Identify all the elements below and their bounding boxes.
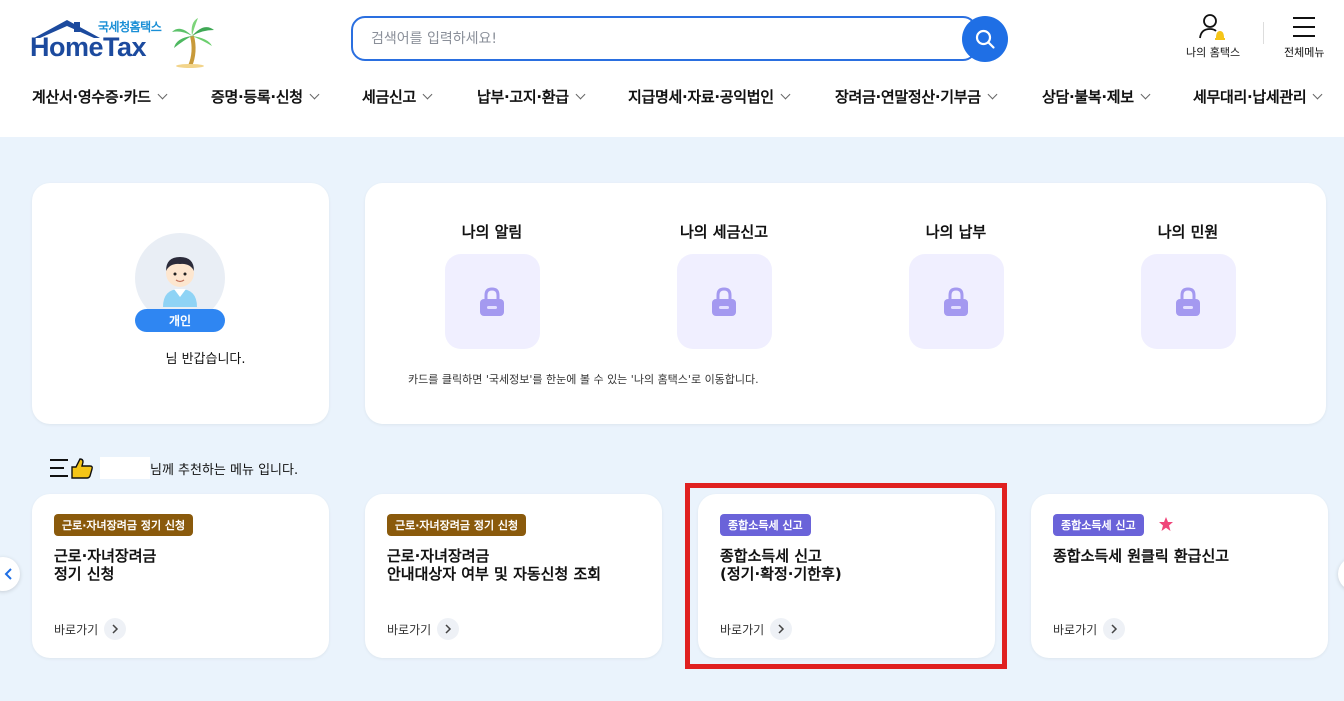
recommend-card[interactable]: 근로·자녀장려금 정기 신청 근로·자녀장려금 정기 신청 바로가기 — [32, 494, 329, 658]
nav-item-statement[interactable]: 지급명세·자료·공익법인 — [628, 86, 791, 107]
hamburger-menu-icon — [1293, 17, 1316, 37]
my-hometax-card: 나의 알림 나의 세금신고 나의 납부 나의 민원 카드를 클릭하면 '국세정보… — [365, 183, 1326, 424]
user-name-mask — [100, 457, 150, 479]
nav-label: 상담·불복·제보 — [1042, 88, 1134, 106]
main-navigation: 계산서·영수증·카드 증명·등록·신청 세금신고 납부·고지·환급 지급명세·자… — [0, 86, 1344, 116]
recommend-title: 종합소득세 원클릭 환급신고 — [1053, 547, 1230, 565]
category-tag: 근로·자녀장려금 정기 신청 — [387, 514, 527, 536]
quick-my-civil-request[interactable]: 나의 민원 — [1118, 221, 1258, 349]
my-hometax-label: 나의 홈택스 — [1186, 46, 1241, 59]
nav-item-consult[interactable]: 상담·불복·제보 — [1042, 86, 1151, 107]
quick-my-payment[interactable]: 나의 납부 — [886, 221, 1026, 349]
nav-label: 증명·등록·신청 — [211, 88, 303, 106]
nav-item-invoice[interactable]: 계산서·영수증·카드 — [32, 86, 168, 107]
lock-icon — [944, 286, 968, 316]
goto-label: 바로가기 — [1053, 622, 1098, 637]
chevron-down-icon — [157, 89, 168, 100]
user-bell-icon — [1199, 14, 1226, 40]
search-box — [351, 16, 977, 61]
nav-label: 세무대리·납세관리 — [1193, 88, 1307, 106]
quick-title: 나의 알림 — [461, 223, 523, 241]
my-hometax-button[interactable]: 나의 홈택스 — [1186, 12, 1240, 60]
all-menu-button[interactable]: 전체메뉴 — [1284, 12, 1324, 60]
recommend-card[interactable]: 종합소득세 신고 종합소득세 원클릭 환급신고 바로가기 — [1031, 494, 1328, 658]
search-icon — [975, 29, 995, 49]
recommend-title: 근로·자녀장려금 안내대상자 여부 및 자동신청 조회 — [387, 547, 602, 583]
nav-item-incentive[interactable]: 장려금·연말정산·기부금 — [835, 86, 998, 107]
chevron-right-icon — [1103, 618, 1126, 640]
chevron-down-icon — [987, 89, 998, 100]
search-input[interactable] — [371, 18, 961, 59]
recommend-card[interactable]: 근로·자녀장려금 정기 신청 근로·자녀장려금 안내대상자 여부 및 자동신청 … — [365, 494, 662, 658]
nav-label: 세금신고 — [362, 88, 417, 106]
quick-my-tax-filing[interactable]: 나의 세금신고 — [654, 221, 794, 349]
recommend-title: 근로·자녀장려금 정기 신청 — [54, 547, 157, 583]
quick-box — [1140, 254, 1236, 349]
quick-my-alerts[interactable]: 나의 알림 — [422, 221, 562, 349]
lock-icon — [712, 286, 736, 316]
goto-label: 바로가기 — [387, 622, 432, 637]
user-type-badge: 개인 — [135, 309, 225, 332]
profile-card: 개인 님 반갑습니다. — [32, 183, 329, 424]
highlight-box — [685, 483, 1007, 669]
chevron-down-icon — [1140, 89, 1151, 100]
nav-item-tax-agent[interactable]: 세무대리·납세관리 — [1193, 86, 1323, 107]
header-divider — [1263, 22, 1264, 44]
nav-label: 지급명세·자료·공익법인 — [628, 88, 774, 106]
chevron-left-icon — [4, 568, 12, 580]
search-button[interactable] — [962, 16, 1008, 62]
chevron-down-icon — [422, 89, 433, 100]
palm-tree-icon — [172, 18, 214, 68]
goto-link[interactable]: 바로가기 — [387, 618, 460, 640]
quick-title: 나의 민원 — [1157, 223, 1219, 241]
chevron-right-icon — [437, 618, 460, 640]
nav-label: 계산서·영수증·카드 — [32, 88, 151, 106]
quick-note: 카드를 클릭하면 '국세정보'를 한눈에 볼 수 있는 '나의 홈택스'로 이동… — [408, 373, 759, 386]
lock-icon — [1176, 286, 1200, 316]
quick-title: 나의 납부 — [925, 223, 987, 241]
logo-title: HomeTax — [30, 32, 147, 62]
chevron-down-icon — [780, 89, 791, 100]
hometax-logo[interactable]: 국세청홈택스 HomeTax — [30, 14, 220, 70]
chevron-down-icon — [309, 89, 320, 100]
goto-label: 바로가기 — [54, 622, 99, 637]
goto-link[interactable]: 바로가기 — [54, 618, 127, 640]
carousel-prev-button[interactable] — [0, 557, 20, 591]
site-header: 국세청홈택스 HomeTax 나의 홈택스 — [0, 0, 1344, 137]
list-thumbs-up-icon — [50, 458, 93, 479]
quick-box — [908, 254, 1004, 349]
carousel-next-button[interactable] — [1338, 557, 1344, 591]
greeting-text: 님 반갑습니다. — [165, 352, 246, 367]
nav-item-payment[interactable]: 납부·고지·환급 — [477, 86, 586, 107]
chevron-down-icon — [575, 89, 586, 100]
goto-link[interactable]: 바로가기 — [1053, 618, 1126, 640]
all-menu-label: 전체메뉴 — [1284, 46, 1325, 59]
category-tag: 근로·자녀장려금 정기 신청 — [54, 514, 194, 536]
chevron-right-icon — [104, 618, 127, 640]
lock-icon — [480, 286, 504, 316]
quick-title: 나의 세금신고 — [679, 223, 769, 241]
nav-label: 장려금·연말정산·기부금 — [835, 88, 981, 106]
recommend-header-text: 님께 추천하는 메뉴 입니다. — [150, 462, 299, 478]
quick-box — [444, 254, 540, 349]
nav-item-certificate[interactable]: 증명·등록·신청 — [211, 86, 320, 107]
quick-box — [676, 254, 772, 349]
star-icon — [1159, 517, 1173, 531]
nav-item-tax-filing[interactable]: 세금신고 — [362, 86, 433, 107]
chevron-down-icon — [1312, 89, 1323, 100]
category-tag: 종합소득세 신고 — [1053, 514, 1144, 536]
nav-label: 납부·고지·환급 — [477, 88, 569, 106]
recommend-header: 님께 추천하는 메뉴 입니다. — [50, 455, 298, 481]
